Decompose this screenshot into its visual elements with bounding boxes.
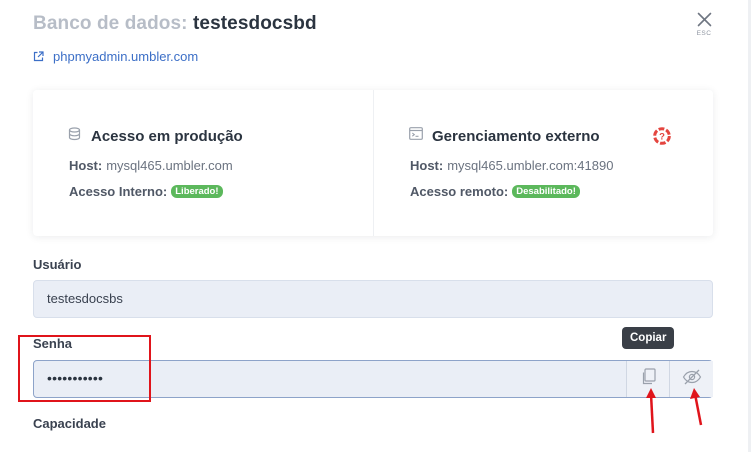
production-host-value: mysql465.umbler.com: [106, 158, 233, 173]
modal-title: Banco de dados: testesdocsbd: [33, 13, 317, 35]
external-management-card: Gerenciamento externo ? Host: mysql465.u…: [373, 90, 713, 236]
user-field[interactable]: testesdocsbs: [33, 280, 713, 318]
close-button[interactable]: ESC: [692, 12, 716, 44]
phpmyadmin-link-label: phpmyadmin.umbler.com: [53, 49, 199, 64]
external-host-row: Host: mysql465.umbler.com:41890: [410, 158, 613, 173]
external-host-value: mysql465.umbler.com:41890: [447, 158, 614, 173]
annotation-highlight-box: [18, 335, 151, 402]
external-access-row: Acesso remoto: Desabilitado!: [410, 184, 580, 199]
external-host-label: Host:: [410, 158, 444, 173]
connection-info-cards: Acesso em produção Host: mysql465.umbler…: [33, 90, 713, 236]
capacity-label: Capacidade: [33, 416, 106, 431]
production-host-row: Host: mysql465.umbler.com: [69, 158, 233, 173]
external-link-icon: [33, 51, 44, 62]
production-access-card: Acesso em produção Host: mysql465.umbler…: [33, 90, 373, 236]
close-icon: [697, 12, 712, 27]
title-prefix: Banco de dados:: [33, 13, 188, 34]
user-label: Usuário: [33, 257, 82, 272]
database-icon: [68, 127, 82, 146]
production-card-title: Acesso em produção: [91, 128, 243, 145]
annotation-arrow-copy: [646, 388, 656, 434]
external-card-header: Gerenciamento externo: [409, 127, 600, 145]
svg-text:?: ?: [659, 131, 665, 142]
database-details-modal: Banco de dados: testesdocsbd ESC phpmyad…: [0, 0, 751, 452]
phpmyadmin-link[interactable]: phpmyadmin.umbler.com: [33, 49, 198, 64]
close-shortcut-hint: ESC: [696, 30, 712, 37]
database-name: testesdocsbd: [192, 13, 317, 34]
production-host-label: Host:: [69, 158, 103, 173]
internal-access-status-badge: Liberado!: [171, 185, 223, 198]
copy-tooltip: Copiar: [622, 327, 675, 349]
annotation-arrow-visibility: [690, 388, 703, 426]
production-access-row: Acesso Interno: Liberado!: [69, 184, 223, 199]
external-card-title: Gerenciamento externo: [432, 127, 600, 145]
internal-access-label: Acesso Interno:: [69, 184, 168, 199]
terminal-window-icon: [409, 127, 423, 145]
user-value: testesdocsbs: [47, 291, 123, 306]
remote-access-label: Acesso remoto:: [410, 184, 509, 199]
production-card-header: Acesso em produção: [68, 127, 243, 146]
remote-access-status-badge: Desabilitado!: [512, 185, 580, 198]
help-lifebuoy-icon[interactable]: ?: [653, 127, 671, 150]
